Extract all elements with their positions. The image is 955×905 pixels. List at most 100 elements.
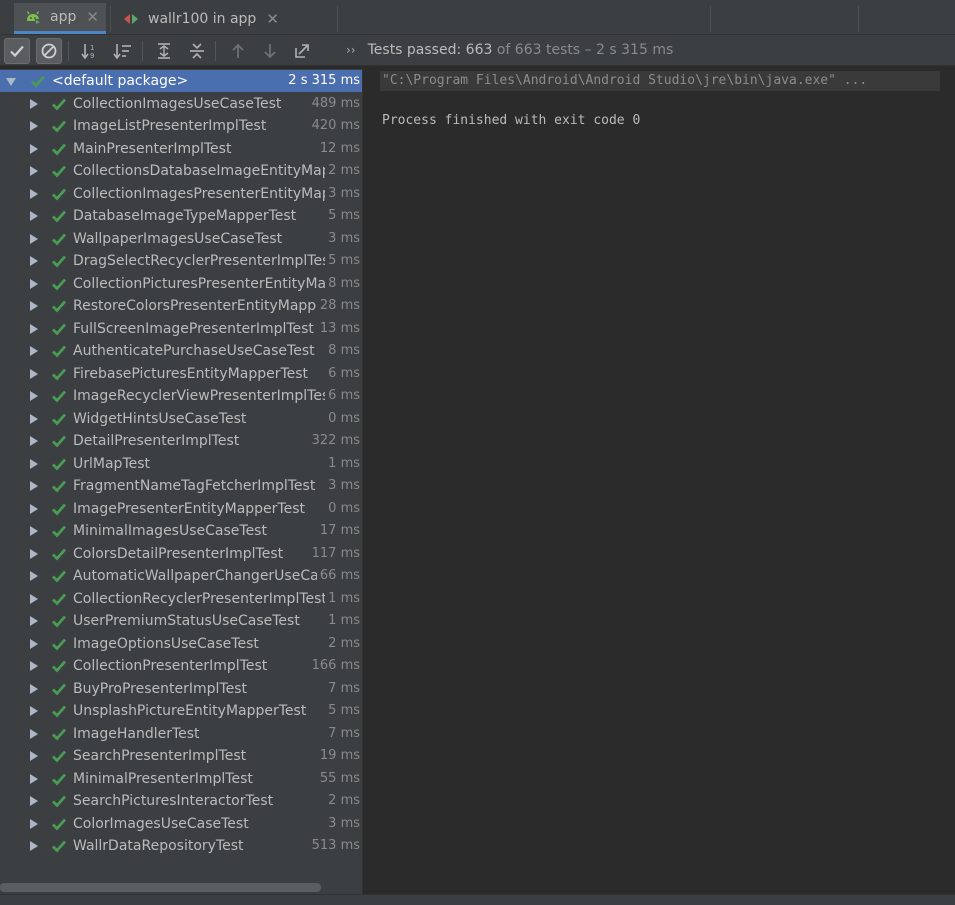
test-duration: 3 ms <box>328 815 360 831</box>
test-duration: 8 ms <box>328 275 360 291</box>
expand-arrow-icon[interactable] <box>30 211 38 221</box>
test-duration: 6 ms <box>328 388 360 403</box>
test-class-row[interactable]: WallrDataRepositoryTest 513 ms <box>0 835 362 857</box>
expand-arrow-icon[interactable] <box>30 571 38 581</box>
expand-arrow-icon[interactable] <box>30 346 38 356</box>
test-duration: 8 ms <box>328 343 360 358</box>
test-class-row[interactable]: WidgetHintsUseCaseTest 0 ms <box>0 408 362 430</box>
previous-failed-button[interactable] <box>225 38 251 64</box>
test-name: DetailPresenterImplTest <box>73 433 240 449</box>
test-class-row[interactable]: CollectionImagesUseCaseTest 489 ms <box>0 93 362 115</box>
test-class-row[interactable]: UnsplashPictureEntityMapperTest 5 ms <box>0 700 362 722</box>
test-class-row[interactable]: ImagePresenterEntityMapperTest 0 ms <box>0 498 362 520</box>
expand-arrow-icon[interactable] <box>30 548 38 559</box>
test-class-row[interactable]: ColorsDetailPresenterImplTest 117 ms <box>0 543 362 565</box>
close-icon[interactable]: ✕ <box>86 8 99 26</box>
expand-arrow-icon[interactable] <box>30 481 38 491</box>
passed-check-icon <box>52 683 67 696</box>
expand-all-button[interactable] <box>151 38 177 64</box>
test-class-row[interactable]: FullScreenImagePresenterImplTest 13 ms <box>0 318 362 340</box>
test-class-row[interactable]: SearchPicturesInteractorTest 2 ms <box>0 790 362 812</box>
expand-arrow-icon[interactable] <box>30 683 38 694</box>
show-ignored-button[interactable] <box>36 38 62 64</box>
test-class-row[interactable]: AuthenticatePurchaseUseCaseTest 8 ms <box>0 340 362 362</box>
test-name: MinimalImagesUseCaseTest <box>73 523 267 539</box>
tab-wallr100-in-app[interactable]: wallr100 in app ✕ <box>112 3 306 34</box>
test-class-row[interactable]: CollectionRecyclerPresenterImplTest 1 ms <box>0 588 362 610</box>
export-results-button[interactable] <box>289 38 315 64</box>
tab-label: app <box>50 9 77 25</box>
horizontal-scrollbar[interactable] <box>0 883 321 892</box>
test-name: AutomaticWallpaperChangerUseCaseTest <box>73 568 317 584</box>
test-class-row[interactable]: UrlMapTest 1 ms <box>0 453 362 475</box>
expand-arrow-icon[interactable] <box>30 98 38 109</box>
expand-arrow-icon[interactable] <box>30 301 38 311</box>
tab-app[interactable]: app ✕ <box>14 3 106 34</box>
test-name: WidgetHintsUseCaseTest <box>73 410 247 427</box>
test-class-row[interactable]: BuyProPresenterImplTest 7 ms <box>0 678 362 700</box>
test-class-row[interactable]: WallpaperImagesUseCaseTest 3 ms <box>0 228 362 250</box>
next-failed-icon <box>264 44 276 59</box>
test-class-row[interactable]: MainPresenterImplTest 12 ms <box>0 138 362 160</box>
expand-arrow-icon[interactable] <box>30 166 38 176</box>
test-class-row[interactable]: ImageRecyclerViewPresenterImplTest 6 ms <box>0 385 362 407</box>
expand-arrow-icon[interactable] <box>30 323 38 334</box>
sort-alphabetically-button[interactable]: 1 9 <box>78 38 104 64</box>
expand-arrow-icon[interactable] <box>30 661 38 671</box>
test-class-row[interactable]: ImageListPresenterImplTest 420 ms <box>0 115 362 137</box>
expand-arrow-icon[interactable] <box>6 78 16 86</box>
expand-arrow-icon[interactable] <box>30 188 38 199</box>
sort-by-duration-button[interactable] <box>110 38 136 64</box>
expand-arrow-icon[interactable] <box>30 121 38 131</box>
expand-arrow-icon[interactable] <box>30 728 38 739</box>
test-class-row[interactable]: SearchPresenterImplTest 19 ms <box>0 745 362 767</box>
test-class-row[interactable]: FirebasePicturesEntityMapperTest 6 ms <box>0 363 362 385</box>
expand-arrow-icon[interactable] <box>30 143 38 154</box>
test-class-row[interactable]: ColorImagesUseCaseTest 3 ms <box>0 813 362 835</box>
expand-arrow-icon[interactable] <box>30 368 38 379</box>
console-command-line[interactable]: "C:\Program Files\Android\Android Studio… <box>380 71 940 91</box>
expand-arrow-icon[interactable] <box>30 751 38 761</box>
expand-arrow-icon[interactable] <box>30 458 38 469</box>
expand-arrow-icon[interactable] <box>30 616 38 626</box>
test-class-row[interactable]: ImageHandlerTest 7 ms <box>0 723 362 745</box>
show-passed-button[interactable] <box>4 38 30 64</box>
expand-arrow-icon[interactable] <box>30 526 38 536</box>
expand-arrow-icon[interactable] <box>30 706 38 716</box>
test-class-row[interactable]: DetailPresenterImplTest 322 ms <box>0 430 362 452</box>
test-class-row[interactable]: FragmentNameTagFetcherImplTest 3 ms <box>0 475 362 497</box>
test-class-row[interactable]: DragSelectRecyclerPresenterImplTest 5 ms <box>0 250 362 272</box>
test-class-row[interactable]: ImageOptionsUseCaseTest 2 ms <box>0 633 362 655</box>
expand-arrow-icon[interactable] <box>30 818 38 829</box>
tree-root-default-package[interactable]: <default package> 2 s 315 ms <box>0 70 362 92</box>
expand-arrow-icon[interactable] <box>30 841 38 851</box>
expand-arrow-icon[interactable] <box>30 638 38 649</box>
expand-arrow-icon[interactable] <box>30 593 38 604</box>
collapse-all-button[interactable] <box>184 38 210 64</box>
expand-arrow-icon[interactable] <box>30 391 38 401</box>
expand-arrow-icon[interactable] <box>30 413 38 424</box>
test-class-row[interactable]: CollectionPicturesPresenterEntityMapperT… <box>0 273 362 295</box>
test-class-row[interactable]: DatabaseImageTypeMapperTest 5 ms <box>0 205 362 227</box>
test-class-row[interactable]: CollectionImagesPresenterEntityMapperTes… <box>0 183 362 205</box>
test-class-row[interactable]: MinimalPresenterImplTest 55 ms <box>0 768 362 790</box>
test-duration: 3 ms <box>328 185 360 201</box>
test-class-row[interactable]: CollectionsDatabaseImageEntityMapperTest… <box>0 160 362 182</box>
passed-check-icon <box>52 210 67 223</box>
test-name: BuyProPresenterImplTest <box>73 680 247 697</box>
test-class-row[interactable]: MinimalImagesUseCaseTest 17 ms <box>0 520 362 542</box>
test-class-row[interactable]: RestoreColorsPresenterEntityMapperTest28… <box>0 295 362 317</box>
expand-arrow-icon[interactable] <box>30 503 38 514</box>
expand-arrow-icon[interactable] <box>30 773 38 784</box>
test-class-row[interactable]: UserPremiumStatusUseCaseTest 1 ms <box>0 610 362 632</box>
close-icon[interactable]: ✕ <box>266 10 279 28</box>
expand-arrow-icon[interactable] <box>30 436 38 446</box>
test-class-row[interactable]: CollectionPresenterImplTest 166 ms <box>0 655 362 677</box>
expand-arrow-icon[interactable] <box>30 233 38 244</box>
passed-check-icon <box>52 818 67 831</box>
next-failed-button[interactable] <box>257 38 283 64</box>
test-class-row[interactable]: AutomaticWallpaperChangerUseCaseTest66 m… <box>0 565 362 587</box>
expand-arrow-icon[interactable] <box>30 278 38 289</box>
expand-arrow-icon[interactable] <box>30 256 38 266</box>
expand-arrow-icon[interactable] <box>30 796 38 806</box>
